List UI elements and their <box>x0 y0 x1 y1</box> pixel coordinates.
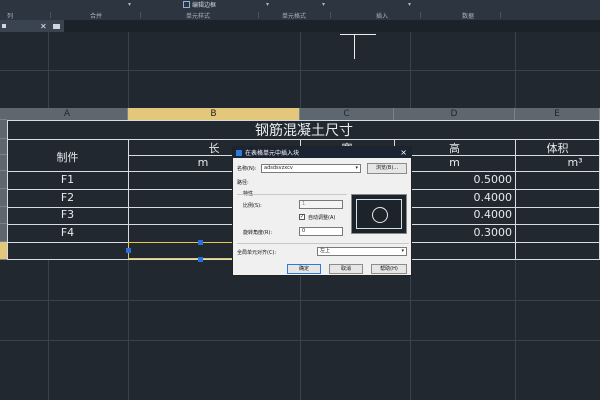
chevron-down-icon: ▾ <box>401 248 404 254</box>
row-header[interactable] <box>0 207 7 224</box>
row-header[interactable] <box>0 155 7 171</box>
dropdown-icon[interactable]: ▾ <box>266 1 269 8</box>
height-value[interactable]: 0.4000 <box>400 191 513 204</box>
member-name[interactable]: F1 <box>7 173 128 186</box>
grip-handle[interactable] <box>198 240 203 245</box>
ribbon: 编辑边框 ▾ ▾ ▾ ▾ 列 合并 单元样式 单元格式 插入 数据 <box>0 0 600 21</box>
row-header[interactable] <box>0 171 7 189</box>
preview-circle <box>372 207 388 223</box>
column-header-d[interactable]: D <box>394 108 515 120</box>
rotation-label: 旋转角度(R): <box>243 230 273 236</box>
dialog-title-bar[interactable]: 在表格单元中插入块 × <box>233 147 411 158</box>
header-volume[interactable]: 体积 <box>515 140 600 156</box>
unit-height[interactable]: m <box>394 156 515 169</box>
scale-label: 比例(S): <box>243 203 262 209</box>
close-icon[interactable]: ✕ <box>40 22 47 31</box>
ribbon-separator <box>258 12 259 18</box>
unit-volume[interactable]: m³ <box>515 156 600 169</box>
ribbon-separator <box>500 12 501 18</box>
ribbon-separator <box>330 12 331 18</box>
crosshair-cursor <box>354 35 355 59</box>
header-height[interactable]: 高 <box>394 140 515 156</box>
grid-line <box>0 300 600 301</box>
cell-align-label: 全局单元对齐(C): <box>237 250 277 256</box>
cancel-button[interactable]: 取消 <box>329 264 363 274</box>
ribbon-group-merge[interactable]: 合并 <box>90 11 102 20</box>
chevron-down-icon: ▾ <box>355 165 358 171</box>
member-name[interactable]: F2 <box>7 191 128 204</box>
app-icon <box>236 149 242 156</box>
file-tab-bar: ✕ <box>0 20 600 32</box>
ribbon-separator <box>50 12 51 18</box>
column-header-a[interactable]: A <box>7 108 128 120</box>
crosshair-cursor <box>340 34 376 35</box>
row-header[interactable] <box>0 139 7 155</box>
autofit-checkbox[interactable]: ✓ <box>299 214 305 220</box>
grid-line <box>410 260 411 400</box>
ribbon-group-insert[interactable]: 插入 <box>376 11 388 20</box>
close-icon[interactable]: × <box>400 148 407 157</box>
column-header-c[interactable]: C <box>300 108 394 120</box>
ribbon-separator <box>140 12 141 18</box>
grip-handle[interactable] <box>126 248 131 253</box>
row-header[interactable] <box>0 189 7 207</box>
path-label: 路径: <box>237 180 249 186</box>
drawing-icon <box>2 24 6 28</box>
row-header[interactable] <box>0 120 7 139</box>
row-header-selected[interactable] <box>0 242 7 260</box>
grid-line <box>48 260 49 400</box>
ribbon-group-data[interactable]: 数据 <box>462 11 474 20</box>
ribbon-separator <box>420 12 421 18</box>
column-header-b[interactable]: B <box>128 108 300 120</box>
edit-borders-button[interactable]: 编辑边框 <box>183 0 216 9</box>
height-value[interactable]: 0.3000 <box>400 226 513 239</box>
dropdown-icon[interactable]: ▾ <box>128 1 131 8</box>
rotation-input[interactable]: 0 <box>299 227 343 236</box>
member-name[interactable]: F3 <box>7 208 128 221</box>
table-border <box>7 120 8 260</box>
dialog-title: 在表格单元中插入块 <box>245 150 300 157</box>
header-member[interactable]: 制件 <box>7 149 128 165</box>
ribbon-group-cell-style[interactable]: 单元样式 <box>186 11 210 20</box>
autofit-label: 自动调整(A) <box>308 215 336 221</box>
section-divider <box>237 243 409 244</box>
dropdown-icon[interactable]: ▾ <box>322 1 325 8</box>
dropdown-icon[interactable]: ▾ <box>408 1 411 8</box>
group-divider <box>237 194 347 195</box>
preview-frame <box>356 199 402 229</box>
cell-align-select[interactable]: 左上 ▾ <box>317 247 407 256</box>
ok-button[interactable]: 确定 <box>287 264 321 274</box>
grip-handle[interactable] <box>198 257 203 262</box>
grid-line <box>515 260 516 400</box>
borders-icon <box>183 1 190 8</box>
row-header[interactable] <box>0 224 7 242</box>
help-button[interactable]: 帮助(H) <box>371 264 407 274</box>
member-name[interactable]: F4 <box>7 226 128 239</box>
folder-icon[interactable] <box>52 23 60 29</box>
table-title[interactable]: 钢筋混凝土尺寸 <box>8 120 600 140</box>
ribbon-group-cell-format[interactable]: 单元格式 <box>282 11 306 20</box>
height-value[interactable]: 0.5000 <box>400 173 513 186</box>
browse-button[interactable]: 浏览(B)... <box>367 163 407 174</box>
height-value[interactable]: 0.4000 <box>400 208 513 221</box>
grid-line <box>0 340 600 341</box>
ribbon-group-columns[interactable]: 列 <box>7 11 13 20</box>
select-all-corner[interactable] <box>0 108 7 120</box>
grid-line <box>0 70 600 71</box>
block-name-select[interactable]: adsdsvzxcv ▾ <box>261 164 361 173</box>
grid-line <box>300 260 301 400</box>
insert-block-dialog: 在表格单元中插入块 × 名称(N): adsdsvzxcv ▾ 浏览(B)...… <box>232 146 412 276</box>
grid-line <box>128 260 129 400</box>
scale-input[interactable]: 1 <box>299 200 343 209</box>
name-label: 名称(N): <box>237 166 257 172</box>
column-header-e[interactable]: E <box>515 108 600 120</box>
file-tab[interactable]: ✕ <box>0 20 64 32</box>
block-preview <box>351 194 407 234</box>
